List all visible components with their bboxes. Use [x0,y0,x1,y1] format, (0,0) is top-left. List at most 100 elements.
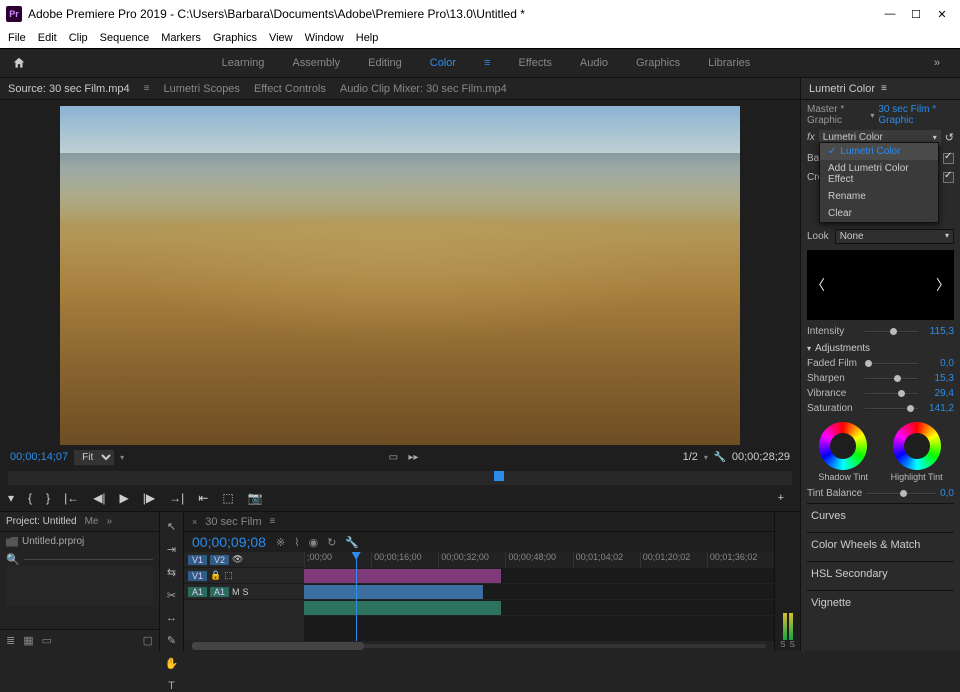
audio-clip-a1[interactable] [304,601,501,615]
new-bin-icon[interactable]: ▢ [143,634,153,647]
project-overflow-icon[interactable]: » [107,516,113,527]
track-header-v2[interactable]: V2 [210,555,229,565]
sharpen-slider[interactable] [865,378,918,380]
track-select-tool-icon[interactable]: ⇥ [167,543,176,556]
track-header-a1-src[interactable]: A1 [188,587,207,597]
basic-correction-toggle[interactable] [943,153,954,164]
menu-file[interactable]: File [8,32,26,44]
video-clip-v1[interactable] [304,585,483,599]
tab-project[interactable]: Project: Untitled [6,516,77,527]
selection-tool-icon[interactable]: ↖ [167,520,176,533]
monitor-scrubber[interactable] [8,471,792,485]
overwrite-button[interactable]: ⬚ [222,491,233,505]
creative-toggle[interactable] [943,172,954,183]
workspace-color[interactable]: Color [430,57,456,69]
go-to-in-button[interactable]: |← [64,491,79,505]
tab-effect-controls[interactable]: Effect Controls [254,83,326,95]
sequence-tab[interactable]: 30 sec Film [205,516,261,528]
ripple-edit-tool-icon[interactable]: ⇆ [167,566,176,579]
faded-film-slider[interactable] [865,363,918,365]
project-bin-area[interactable] [6,566,153,606]
workspace-options-icon[interactable]: ≡ [484,57,490,69]
mark-out-button[interactable]: } [46,491,50,505]
adjustments-label[interactable]: Adjustments [815,343,870,354]
workspace-graphics[interactable]: Graphics [636,57,680,69]
type-tool-icon[interactable]: T [168,680,175,692]
timeline-zoom-bar[interactable] [184,641,774,651]
solo-icon[interactable]: S [243,587,249,597]
menu-graphics[interactable]: Graphics [213,32,257,44]
sharpen-value[interactable]: 15,3 [924,373,954,384]
section-color-wheels[interactable]: Color Wheels & Match [811,539,920,551]
pen-tool-icon[interactable]: ✎ [167,634,176,647]
source-tab-menu-icon[interactable]: ≡ [144,83,150,94]
timeline-settings-icon[interactable]: ↻ [327,536,336,549]
sequence-close-icon[interactable]: × [192,517,197,527]
workspace-audio[interactable]: Audio [580,57,608,69]
lumetri-panel-menu-icon[interactable]: ≡ [881,83,887,94]
workspace-libraries[interactable]: Libraries [708,57,750,69]
current-timecode[interactable]: 00;00;14;07 [10,451,68,463]
linked-selection-icon[interactable]: ⌇ [294,536,299,549]
tab-audio-clip-mixer[interactable]: Audio Clip Mixer: 30 sec Film.mp4 [340,83,507,95]
tab-media-browser[interactable]: Me [85,516,99,527]
shadow-tint-wheel[interactable] [819,422,867,470]
tab-lumetri-scopes[interactable]: Lumetri Scopes [164,83,240,95]
sync-lock-icon[interactable]: ⬚ [224,570,233,581]
vibrance-value[interactable]: 29,4 [924,388,954,399]
razor-tool-icon[interactable]: ✂ [167,589,176,602]
playhead-marker[interactable] [494,471,504,481]
lock-icon[interactable]: 🔒 [210,570,221,581]
workspace-overflow-icon[interactable]: » [934,57,940,69]
track-header-v1[interactable]: V1 [188,571,207,581]
safe-margins-icon[interactable]: ▭ [387,451,399,463]
faded-film-value[interactable]: 0,0 [924,358,954,369]
tint-balance-slider[interactable] [866,493,936,495]
timeline-playhead-timecode[interactable]: 00;00;09;08 [192,534,266,550]
mark-in-button[interactable]: { [28,491,32,505]
search-input[interactable] [24,559,153,560]
snap-icon[interactable]: ※ [276,536,285,549]
close-button[interactable]: ✕ [936,8,948,20]
intensity-value[interactable]: 115,3 [924,326,954,337]
section-curves[interactable]: Curves [811,510,846,522]
workspace-editing[interactable]: Editing [368,57,402,69]
menu-window[interactable]: Window [305,32,344,44]
out-point-icon[interactable]: ▸▸ [407,451,419,463]
lumetri-panel-title[interactable]: Lumetri Color [809,83,875,95]
add-marker-button[interactable]: ▾ [8,491,14,505]
workspace-assembly[interactable]: Assembly [292,57,340,69]
hand-tool-icon[interactable]: ✋ [165,657,179,670]
eye-icon[interactable]: 👁 [232,554,243,565]
search-icon[interactable]: 🔍 [6,553,20,566]
timeline-playhead[interactable] [356,552,357,641]
video-preview[interactable] [60,106,740,445]
timeline-ruler[interactable]: ;00;00 00;00;16;00 00;00;32;00 00;00;48;… [304,552,774,568]
look-next-icon[interactable]: 〉 [936,275,950,295]
track-header-a1[interactable]: A1 [210,587,229,597]
menu-edit[interactable]: Edit [38,32,57,44]
track-header-v1-src[interactable]: V1 [188,555,207,565]
highlight-tint-wheel[interactable] [893,422,941,470]
look-select[interactable]: None ▾ [835,229,954,244]
timeline-tracks[interactable]: ;00;00 00;00;16;00 00;00;32;00 00;00;48;… [304,552,774,641]
workspace-learning[interactable]: Learning [222,57,265,69]
menu-clip[interactable]: Clip [69,32,88,44]
add-marker-icon[interactable]: ◉ [309,536,319,549]
menu-item-rename[interactable]: Rename [820,188,938,205]
menu-item-add-effect[interactable]: Add Lumetri Color Effect [820,160,938,188]
tab-source[interactable]: Source: 30 sec Film.mp4 [8,83,130,95]
export-frame-button[interactable]: 📷 [248,491,263,505]
icon-view-icon[interactable]: ▦ [23,634,33,647]
zoom-thumb[interactable] [192,642,364,650]
zoom-fit-select[interactable]: Fit [74,450,114,465]
sequence-tab-menu-icon[interactable]: ≡ [270,516,276,527]
section-hsl-secondary[interactable]: HSL Secondary [811,568,888,580]
workspace-effects[interactable]: Effects [518,57,551,69]
fx-badge[interactable]: fx [807,132,815,143]
solo-r[interactable]: S [790,640,795,649]
tint-balance-value[interactable]: 0,0 [940,488,954,499]
freeform-view-icon[interactable]: ▭ [42,634,52,647]
saturation-slider[interactable] [865,408,918,410]
list-view-icon[interactable]: ≣ [6,634,15,647]
